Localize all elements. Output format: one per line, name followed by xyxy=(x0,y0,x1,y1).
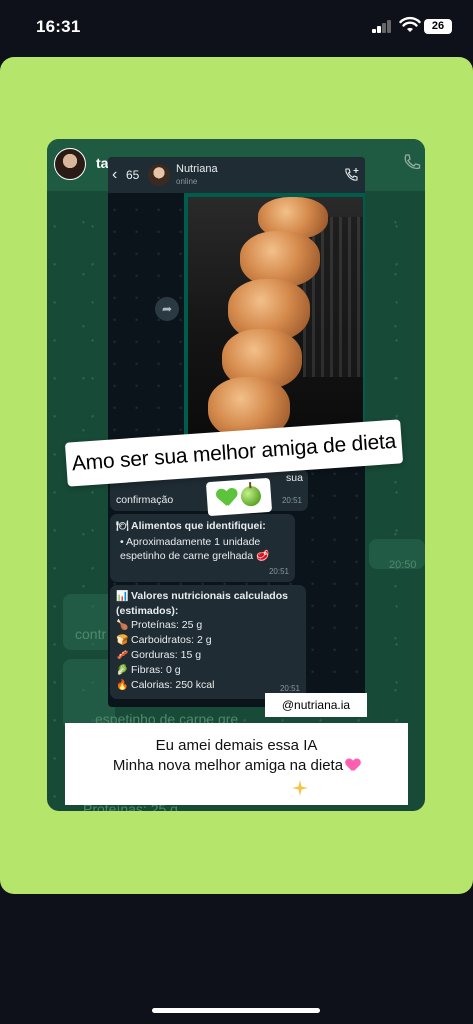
story-card[interactable]: ‹ 65 20:50 contr espetinho de carne gre … xyxy=(0,57,473,894)
caption-line: Eu amei demais essa IA xyxy=(155,737,318,754)
home-indicator[interactable] xyxy=(152,1008,320,1013)
avatar[interactable] xyxy=(54,148,86,180)
mention-sticker[interactable]: @nutriana.ia xyxy=(265,693,367,717)
forward-icon: ➦ xyxy=(155,297,179,321)
contact-avatar xyxy=(148,164,170,186)
back-icon: ‹ xyxy=(112,166,118,183)
add-call-icon xyxy=(345,168,359,181)
message-nutrition: 📊 Valores nutricionais calculados (estima… xyxy=(110,585,306,699)
green-heart-icon xyxy=(216,488,237,507)
nutrition-row: 🍞 Carboidratos: 2 g xyxy=(116,634,212,646)
message-foods: 🍽 Alimentos que identifiquei: • Aproximad… xyxy=(110,514,295,582)
sparkles-icon xyxy=(292,780,308,796)
contact-name: Nutriana xyxy=(176,163,218,175)
bacon-icon: 🥓 xyxy=(116,650,129,661)
chart-icon: 📊 xyxy=(116,591,129,602)
food-photo xyxy=(188,197,363,453)
nutrition-row: 🍗 Proteínas: 25 g xyxy=(116,619,203,631)
pink-heart-icon xyxy=(346,759,360,771)
bottom-caption: Eu amei demais essa IA Minha nova melhor… xyxy=(65,723,408,805)
emoji-sticker[interactable] xyxy=(205,477,273,517)
green-apple-icon xyxy=(240,485,262,507)
plate-icon: 🍽 xyxy=(116,521,129,532)
leaf-icon: 🥬 xyxy=(116,665,129,676)
battery-icon: 26 xyxy=(424,19,452,34)
photo-message xyxy=(184,193,365,455)
nutrition-row: 🥬 Fibras: 0 g xyxy=(116,664,181,676)
fire-icon: 🔥 xyxy=(116,680,129,691)
steak-icon: 🥩 xyxy=(256,550,270,562)
phone-plus-icon xyxy=(404,154,421,170)
wifi-icon xyxy=(399,16,421,32)
meat-icon: 🍗 xyxy=(116,620,129,631)
chat-header: ‹ 65 Nutriana online xyxy=(108,157,365,193)
nutrition-row: 🔥 Calorias: 250 kcal xyxy=(116,679,215,691)
signal-icon xyxy=(372,19,394,33)
bread-icon: 🍞 xyxy=(116,635,129,646)
unread-count: 65 xyxy=(126,168,140,182)
contact-status: online xyxy=(176,177,198,186)
background-text: contr xyxy=(75,626,107,642)
status-bar: 16:31 26 xyxy=(0,0,473,50)
nutrition-row: 🥓 Gorduras: 15 g xyxy=(116,649,202,661)
background-time: 20:50 xyxy=(389,559,417,571)
clock: 16:31 xyxy=(36,17,81,36)
caption-line: Minha nova melhor amiga na dieta xyxy=(65,757,408,774)
